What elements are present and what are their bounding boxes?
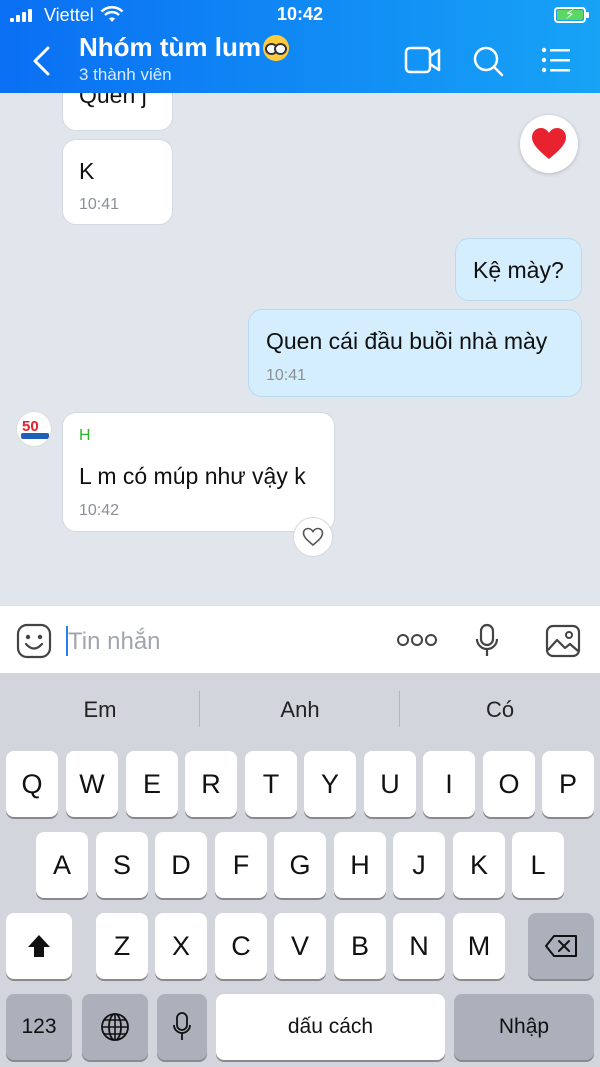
message-bubble[interactable]: Quen j — [62, 93, 173, 131]
microphone-icon — [173, 1012, 191, 1040]
key-t[interactable]: T — [245, 751, 297, 817]
key-s[interactable]: S — [96, 832, 148, 898]
back-arrow-icon[interactable] — [28, 44, 56, 78]
list-menu-icon[interactable] — [540, 45, 572, 75]
emoji-icon[interactable] — [16, 623, 52, 659]
key-w[interactable]: W — [66, 751, 118, 817]
member-count: 3 thành viên — [79, 65, 172, 84]
message-bubble[interactable]: K 10:41 — [62, 139, 173, 225]
microphone-icon[interactable] — [475, 623, 499, 659]
image-icon[interactable] — [545, 624, 581, 658]
globe-key[interactable] — [82, 994, 148, 1060]
heart-icon — [532, 128, 566, 159]
key-v[interactable]: V — [274, 913, 326, 979]
message-text: Kệ mày? — [473, 257, 564, 283]
chat-title-area[interactable]: Nhóm tùm lum 3 thành viên — [79, 32, 289, 85]
key-l[interactable]: L — [512, 832, 564, 898]
message-bubble-outgoing[interactable]: Kệ mày? — [455, 238, 582, 301]
status-time: 10:42 — [276, 4, 324, 24]
shift-key[interactable] — [6, 913, 72, 979]
sender-avatar[interactable]: 50 — [16, 411, 52, 447]
group-title: Nhóm tùm lum — [79, 32, 289, 63]
backspace-icon — [545, 935, 577, 957]
message-bubble[interactable]: H L m có múp như vậy k 10:42 — [62, 412, 335, 532]
key-x[interactable]: X — [155, 913, 207, 979]
message-bubble-outgoing[interactable]: Quen cái đầu buồi nhà mày 10:41 — [248, 309, 582, 397]
sender-name: H — [79, 427, 91, 444]
key-j[interactable]: J — [393, 832, 445, 898]
message-time: 10:41 — [79, 196, 120, 213]
return-key[interactable]: Nhập — [454, 994, 594, 1060]
heart-outline-icon — [302, 527, 324, 547]
dictation-key[interactable] — [157, 994, 207, 1060]
key-p[interactable]: P — [542, 751, 594, 817]
svg-text:50: 50 — [22, 418, 39, 435]
heart-reaction[interactable] — [520, 115, 578, 173]
key-o[interactable]: O — [483, 751, 535, 817]
chat-header: Viettel 10:42 ⚡ Nhóm tùm lum 3 thành viê… — [0, 0, 600, 93]
key-n[interactable]: N — [393, 913, 445, 979]
suggestion-anh[interactable]: Anh — [200, 697, 400, 723]
key-k[interactable]: K — [453, 832, 505, 898]
key-i[interactable]: I — [423, 751, 475, 817]
key-e[interactable]: E — [126, 751, 178, 817]
avatar-logo-icon: 50 — [21, 418, 49, 439]
message-time: 10:42 — [79, 502, 120, 519]
message-input-bar: Tin nhắn — [0, 605, 600, 673]
numbers-key[interactable]: 123 — [6, 994, 72, 1060]
key-d[interactable]: D — [155, 832, 207, 898]
key-q[interactable]: Q — [6, 751, 58, 817]
key-f[interactable]: F — [215, 832, 267, 898]
video-call-icon[interactable] — [404, 45, 442, 75]
globe-icon — [101, 1013, 129, 1041]
message-text: L m có múp như vậy k — [79, 463, 306, 489]
chat-messages[interactable]: Quen j K 10:41 Kệ mày? Quen cái đầu buồi… — [0, 93, 600, 605]
suggestion-co[interactable]: Có — [400, 697, 600, 723]
message-time: 10:41 — [266, 367, 307, 384]
key-r[interactable]: R — [185, 751, 237, 817]
message-text: Quen j — [79, 93, 147, 108]
message-text: Quen cái đầu buồi nhà mày — [266, 328, 548, 354]
status-bar: Viettel 10:42 ⚡ — [0, 0, 600, 30]
group-name: Nhóm tùm lum — [79, 32, 261, 62]
key-c[interactable]: C — [215, 913, 267, 979]
battery-icon: ⚡ — [554, 6, 589, 23]
backspace-key[interactable] — [528, 913, 594, 979]
suggestion-em[interactable]: Em — [0, 697, 200, 723]
more-icon[interactable] — [396, 633, 438, 647]
key-z[interactable]: Z — [96, 913, 148, 979]
key-g[interactable]: G — [274, 832, 326, 898]
shift-icon — [28, 935, 50, 957]
key-y[interactable]: Y — [304, 751, 356, 817]
key-u[interactable]: U — [364, 751, 416, 817]
react-button[interactable] — [293, 517, 333, 557]
key-m[interactable]: M — [453, 913, 505, 979]
search-icon[interactable] — [472, 45, 504, 77]
key-a[interactable]: A — [36, 832, 88, 898]
message-input[interactable]: Tin nhắn — [68, 628, 161, 656]
nerd-face-emoji-icon — [263, 34, 289, 61]
key-h[interactable]: H — [334, 832, 386, 898]
message-text: K — [79, 158, 95, 184]
key-b[interactable]: B — [334, 913, 386, 979]
keyboard: Em Anh Có Q W E R T Y U I O P A S D F G … — [0, 673, 600, 1067]
space-key[interactable]: dấu cách — [216, 994, 445, 1060]
